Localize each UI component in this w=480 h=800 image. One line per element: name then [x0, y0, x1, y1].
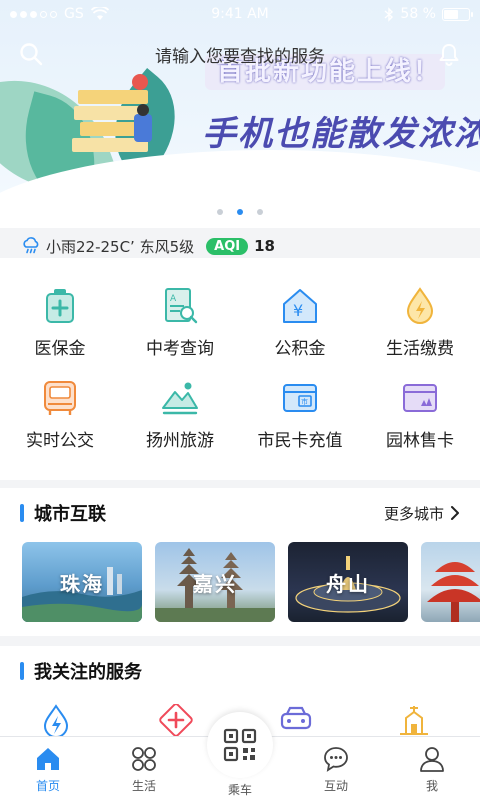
tab-label: 互动 — [323, 779, 348, 793]
service-grid: 医保金 A 中考查询 ¥ 公积金 生活缴费 实时公交 扬州旅游 市 市民卡充值 … — [0, 268, 480, 452]
battery-percent: 58 % — [400, 6, 436, 22]
city-name: 嘉兴 — [193, 571, 237, 596]
section-title: 城市互联 — [34, 504, 106, 525]
service-yangzhou-tourism[interactable]: 扬州旅游 — [120, 360, 240, 452]
tab-label: 我 — [425, 779, 438, 793]
signal-dot — [20, 10, 27, 18]
aqi-badge: AQI — [206, 237, 249, 255]
city-card-zhuhai[interactable]: 珠海 — [22, 542, 142, 622]
exam-query-icon: A — [165, 288, 198, 324]
service-label: 生活缴费 — [386, 339, 454, 359]
service-label: 园林售卡 — [386, 431, 454, 451]
city-card-jiaxing[interactable]: 嘉兴 — [155, 542, 275, 622]
tab-home[interactable]: 首页 — [0, 737, 96, 800]
rain-cloud-icon — [23, 237, 39, 254]
carousel-dot[interactable] — [217, 209, 223, 215]
building-icon[interactable] — [396, 704, 432, 738]
clover-icon — [132, 747, 156, 771]
bell-icon — [439, 44, 459, 66]
battery-fill — [444, 9, 458, 19]
weather-condition: 小雨22-25C’ 东风5级 — [46, 237, 195, 256]
service-exam-query[interactable]: A 中考查询 — [120, 268, 240, 360]
car-icon[interactable] — [278, 704, 314, 738]
battery-icon — [442, 7, 473, 21]
signal-dot-empty — [40, 10, 47, 18]
search-bar[interactable]: 请输入您要查找的服务 — [16, 36, 464, 72]
signal-dot — [30, 10, 37, 18]
service-housing-fund[interactable]: ¥ 公积金 — [240, 268, 360, 360]
service-citizen-card-topup[interactable]: 市 市民卡充值 — [240, 360, 360, 452]
medical-insurance-icon — [46, 289, 74, 323]
more-cities-link[interactable]: 更多城市 — [384, 503, 460, 524]
chevron-right-icon — [451, 506, 459, 520]
home-icon — [37, 748, 59, 770]
water-drop-icon[interactable] — [40, 704, 72, 738]
city-card-qingdao[interactable]: 青 — [421, 542, 480, 622]
books-illustration — [72, 74, 152, 152]
service-label: 扬州旅游 — [146, 431, 214, 451]
wifi-icon — [90, 7, 109, 20]
signal-strength: GS — [10, 6, 109, 22]
search-input[interactable]: 请输入您要查找的服务 — [46, 42, 434, 67]
tab-me[interactable]: 我 — [384, 737, 480, 800]
svg-text:¥: ¥ — [293, 301, 303, 320]
citizen-card-icon: 市 — [283, 384, 317, 412]
service-realtime-bus[interactable]: 实时公交 — [0, 360, 120, 452]
weather-bar[interactable]: 小雨22-25C’ 东风5级 AQI 18 — [22, 234, 275, 258]
search-icon — [20, 43, 43, 66]
banner-headline-main: 手机也能散发浓浓书香 — [202, 114, 480, 154]
banner-carousel[interactable]: 首批新功能上线！ 手机也能散发浓浓书香 — [0, 0, 480, 228]
carousel-dot[interactable] — [257, 209, 263, 215]
city-card-zhoushan[interactable]: 舟山 — [288, 542, 408, 622]
more-cities-label: 更多城市 — [383, 504, 444, 523]
city-name: 舟山 — [326, 571, 370, 596]
bluetooth-icon — [384, 6, 394, 22]
city-carousel[interactable]: 珠海 嘉兴 舟山 青 — [22, 542, 480, 622]
carousel-indicator — [0, 209, 480, 215]
carrier-name: GS — [64, 6, 84, 22]
status-bar: GS 9:41 AM 58 % — [0, 0, 480, 28]
tab-label: 乘车 — [227, 783, 252, 797]
tab-label: 首页 — [35, 779, 60, 793]
notification-button[interactable] — [434, 39, 464, 69]
aqi-value: 18 — [254, 237, 275, 255]
section-header: 城市互联 更多城市 — [0, 488, 480, 538]
service-garden-card[interactable]: 园林售卡 — [360, 360, 480, 452]
tab-life[interactable]: 生活 — [96, 737, 192, 800]
search-button[interactable] — [16, 39, 46, 69]
signal-dot — [10, 10, 17, 18]
section-title: 我关注的服务 — [34, 662, 142, 683]
chat-icon — [324, 747, 348, 772]
service-medical-insurance[interactable]: 医保金 — [0, 268, 120, 360]
city-name: 珠海 — [60, 571, 104, 596]
utility-payment-icon — [406, 287, 434, 324]
qingdao-photo — [427, 562, 480, 622]
bus-icon — [44, 381, 76, 415]
carousel-dot-active[interactable] — [237, 209, 243, 215]
signal-dot-empty — [50, 10, 57, 18]
svg-text:A: A — [170, 294, 177, 304]
service-label: 公积金 — [274, 339, 326, 359]
user-icon — [420, 747, 444, 772]
service-grid-container: 医保金 A 中考查询 ¥ 公积金 生活缴费 实时公交 扬州旅游 市 市民卡充值 … — [0, 268, 480, 478]
tab-label: 生活 — [131, 779, 156, 793]
housing-fund-icon: ¥ — [283, 289, 317, 323]
section-header: 我关注的服务 — [0, 646, 480, 696]
medical-cross-icon[interactable] — [158, 704, 194, 738]
tab-ride[interactable] — [207, 712, 273, 778]
service-label: 医保金 — [34, 339, 86, 359]
tab-interact[interactable]: 互动 — [288, 737, 384, 800]
svg-text:市: 市 — [301, 397, 308, 406]
qr-code-icon — [223, 728, 257, 762]
section-accent-bar — [20, 504, 24, 522]
service-label: 中考查询 — [146, 339, 214, 359]
tourism-icon — [162, 382, 198, 415]
service-utility-payment[interactable]: 生活缴费 — [360, 268, 480, 360]
section-accent-bar — [20, 662, 24, 680]
garden-card-icon — [403, 384, 437, 412]
service-label: 实时公交 — [26, 431, 94, 451]
service-label: 市民卡充值 — [257, 431, 343, 451]
